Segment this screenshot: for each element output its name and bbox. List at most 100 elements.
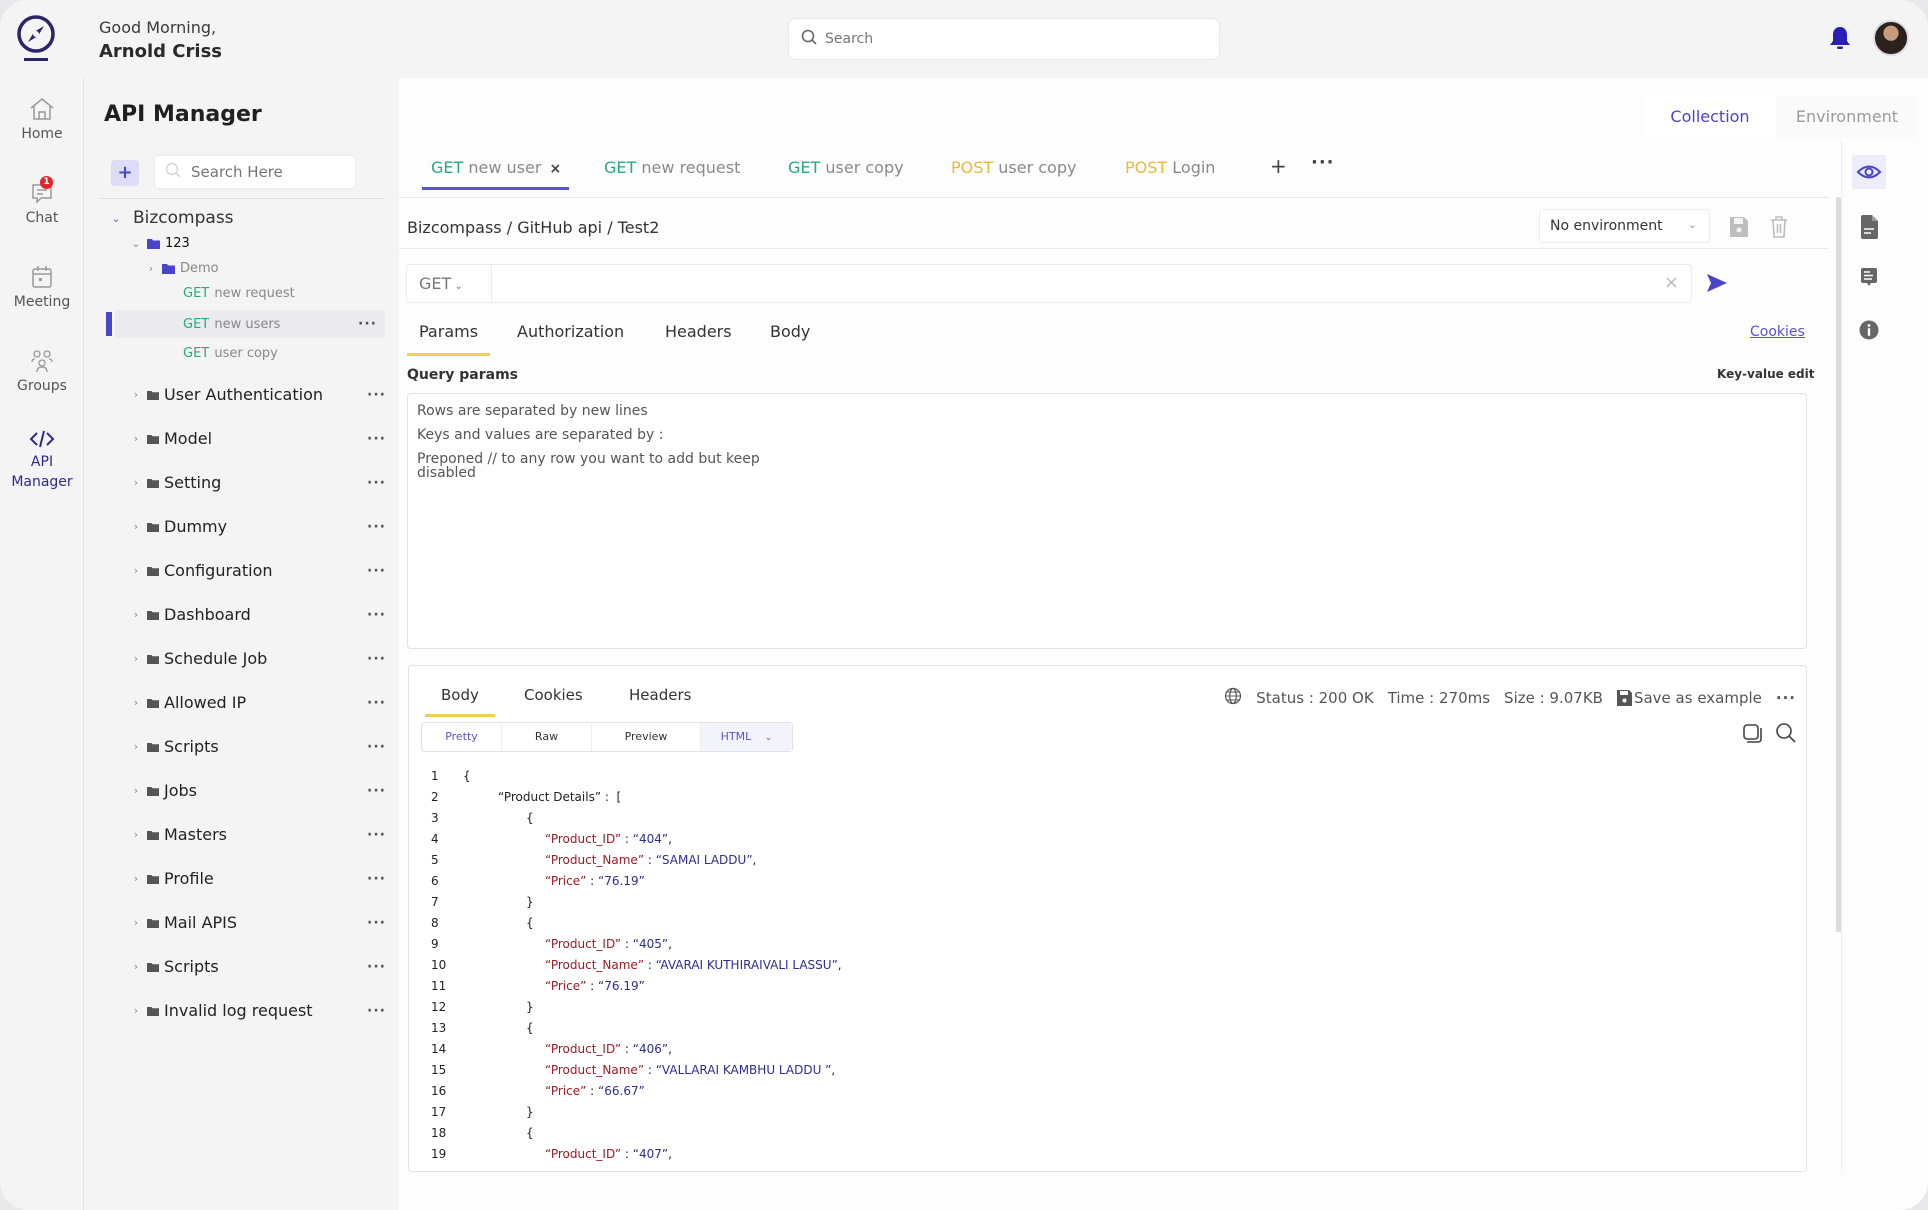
save-icon[interactable] [1729,216,1749,242]
search-icon[interactable] [1775,722,1797,748]
more-icon[interactable]: ··· [367,431,386,447]
compass-logo-icon[interactable] [14,14,58,64]
request-tab[interactable]: GET new request [604,158,740,177]
add-tab-button[interactable]: + [1270,154,1287,178]
request-tab[interactable]: GET user copy [788,158,904,177]
json-punct: , [668,832,672,846]
code-line: 2 “Product Details” : [ [409,787,1799,808]
tree-folder[interactable]: › Schedule Job ··· [129,649,398,668]
more-icon[interactable]: ··· [367,959,386,975]
tree-folder[interactable]: › Dummy ··· [129,517,398,536]
json-punct: { [526,1021,534,1035]
tree-request[interactable]: GET user copy [183,344,383,363]
trash-icon[interactable] [1769,215,1789,243]
tree-folder[interactable]: › Configuration ··· [129,561,398,580]
json-punct: { [526,811,534,825]
rail-item-home[interactable]: Home [0,96,84,142]
key-value-edit-toggle[interactable]: Key-value edit [1717,367,1815,381]
request-tab[interactable]: POST user copy [951,158,1076,177]
tree-folder[interactable]: › Dashboard ··· [129,605,398,624]
more-icon[interactable]: ··· [367,739,386,755]
json-value: “407” [632,1147,669,1161]
tab-collection[interactable]: Collection [1645,96,1775,138]
format-pretty[interactable]: Pretty [422,723,502,751]
tab-body[interactable]: Body [770,322,810,341]
tree-folder[interactable]: › Scripts ··· [129,957,398,976]
copy-icon[interactable] [1741,722,1763,748]
more-icon[interactable]: ··· [367,1003,386,1019]
bell-icon[interactable] [1828,25,1852,51]
tree-folder[interactable]: › Jobs ··· [129,781,398,800]
json-key: “Product_ID” [545,1042,622,1056]
rail-item-groups[interactable]: Groups [0,348,84,394]
method-select[interactable]: GET ⌄ [407,265,492,302]
format-preview[interactable]: Preview [592,723,701,751]
response-tab-body[interactable]: Body [425,686,495,717]
more-icon[interactable]: ··· [367,387,386,403]
code-text: “Product_ID” : “407”, [545,1144,672,1165]
tree-folder[interactable]: › Profile ··· [129,869,398,888]
tree-label: Scripts [164,957,219,976]
url-input[interactable] [497,271,1647,296]
request-tab[interactable]: GET new user × [422,158,570,190]
tree-folder[interactable]: › Invalid log request ··· [129,1001,398,1020]
notes-icon[interactable] [1859,268,1879,292]
close-icon[interactable]: × [549,161,561,177]
response-tab-cookies[interactable]: Cookies [524,686,583,704]
more-icon[interactable]: ··· [367,651,386,667]
tree-folder-123[interactable]: ⌄ 123 [129,234,442,253]
query-params-editor[interactable]: Rows are separated by new lines Keys and… [407,393,1807,649]
rail-item-chat[interactable]: 1 Chat [0,176,84,226]
json-key: “Price” [545,1084,587,1098]
tab-params[interactable]: Params [407,322,491,356]
more-icon[interactable]: ··· [367,695,386,711]
more-icon[interactable]: ··· [367,783,386,799]
more-icon[interactable]: ··· [367,827,386,843]
folder-icon [147,781,159,800]
request-tab[interactable]: POST Login [1125,158,1215,177]
more-icon[interactable]: ··· [367,475,386,491]
add-collection-button[interactable]: + [111,160,139,186]
tab-environment[interactable]: Environment [1777,96,1917,138]
tree-folder[interactable]: › Scripts ··· [129,737,398,756]
tree-request-selected[interactable]: GET new users ··· [115,310,385,338]
tree-root-bizcompass[interactable]: ⌄ Bizcompass [109,208,422,228]
avatar[interactable] [1873,20,1909,56]
more-icon[interactable]: ··· [367,563,386,579]
tab-authorization[interactable]: Authorization [517,322,624,341]
more-icon[interactable]: ··· [367,871,386,887]
format-html-select[interactable]: HTML ⌄ [701,723,792,751]
more-icon[interactable]: ··· [367,915,386,931]
cookies-link[interactable]: Cookies [1750,324,1805,340]
global-search-input[interactable] [825,31,1185,47]
rail-item-api-manager[interactable]: API Manager [0,428,84,490]
save-as-example-button[interactable]: Save as example [1616,689,1762,707]
tree-folder[interactable]: › Mail APIS ··· [129,913,398,932]
rail-item-meeting[interactable]: Meeting [0,264,84,310]
document-icon[interactable] [1859,215,1879,243]
environment-select[interactable]: No environment ⌄ [1539,209,1710,243]
tree-folder[interactable]: › Masters ··· [129,825,398,844]
tree-folder[interactable]: › Allowed IP ··· [129,693,398,712]
tree-folder[interactable]: › User Authentication ··· [129,385,398,404]
tree-request[interactable]: GET new request [183,284,383,303]
more-icon[interactable]: ··· [367,519,386,535]
more-tabs-icon[interactable]: ··· [1311,152,1335,173]
response-tab-headers[interactable]: Headers [629,686,691,704]
explorer-search[interactable] [154,155,356,189]
code-text: “Price” : “76.19” [545,871,645,892]
more-icon[interactable]: ··· [367,607,386,623]
format-raw[interactable]: Raw [502,723,592,751]
eye-button[interactable] [1852,155,1886,189]
explorer-search-input[interactable] [191,163,341,181]
info-icon[interactable] [1859,320,1879,344]
line-number: 14 [431,1042,447,1056]
tree-folder[interactable]: › Setting ··· [129,473,398,492]
global-search[interactable] [788,18,1220,60]
more-icon[interactable]: ··· [1776,689,1796,707]
tree-folder[interactable]: › Model ··· [129,429,398,448]
clear-icon[interactable]: × [1664,272,1679,293]
tab-headers[interactable]: Headers [665,322,732,341]
send-icon[interactable] [1706,272,1728,298]
more-icon[interactable]: ··· [358,316,377,332]
